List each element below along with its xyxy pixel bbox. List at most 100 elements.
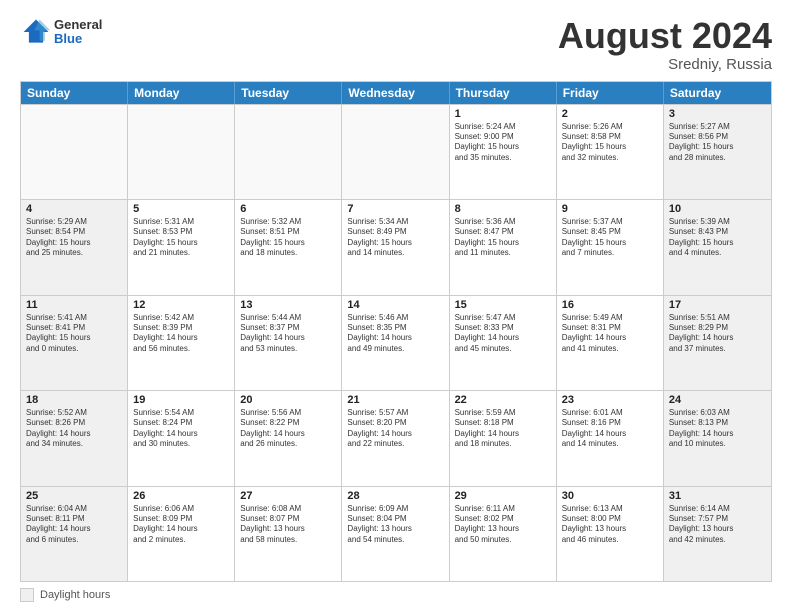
day-number: 15 xyxy=(455,299,551,311)
cell-text: Sunrise: 6:14 AM Sunset: 7:57 PM Dayligh… xyxy=(669,504,766,546)
day-number: 21 xyxy=(347,394,443,406)
day-number: 27 xyxy=(240,490,336,502)
calendar-cell: 13Sunrise: 5:44 AM Sunset: 8:37 PM Dayli… xyxy=(235,296,342,390)
legend-box xyxy=(20,588,34,602)
calendar-cell: 8Sunrise: 5:36 AM Sunset: 8:47 PM Daylig… xyxy=(450,200,557,294)
day-number: 1 xyxy=(455,108,551,120)
cell-text: Sunrise: 6:08 AM Sunset: 8:07 PM Dayligh… xyxy=(240,504,336,546)
calendar-cell: 31Sunrise: 6:14 AM Sunset: 7:57 PM Dayli… xyxy=(664,487,771,581)
cell-text: Sunrise: 5:47 AM Sunset: 8:33 PM Dayligh… xyxy=(455,313,551,355)
calendar-row: 4Sunrise: 5:29 AM Sunset: 8:54 PM Daylig… xyxy=(21,199,771,294)
cell-text: Sunrise: 5:32 AM Sunset: 8:51 PM Dayligh… xyxy=(240,217,336,259)
calendar-cell xyxy=(342,105,449,199)
calendar-cell: 12Sunrise: 5:42 AM Sunset: 8:39 PM Dayli… xyxy=(128,296,235,390)
calendar-cell: 16 Sunrise: 5:49 AM Sunset: 8:31 PM Dayli… xyxy=(557,296,664,390)
calendar-header-cell: Tuesday xyxy=(235,82,342,104)
cell-text: Sunrise: 5:52 AM Sunset: 8:26 PM Dayligh… xyxy=(26,408,122,450)
cell-text: Sunrise: 5:41 AM Sunset: 8:41 PM Dayligh… xyxy=(26,313,122,355)
calendar-cell: 6 Sunrise: 5:32 AM Sunset: 8:51 PM Daylig… xyxy=(235,200,342,294)
calendar-cell: 15 Sunrise: 5:47 AM Sunset: 8:33 PM Dayli… xyxy=(450,296,557,390)
cell-text: Sunrise: 5:36 AM Sunset: 8:47 PM Dayligh… xyxy=(455,217,551,259)
page: General Blue August 2024 Sredniy, Russia… xyxy=(0,0,792,612)
cell-text: Sunrise: 6:04 AM Sunset: 8:11 PM Dayligh… xyxy=(26,504,122,546)
calendar-cell: 26 Sunrise: 6:06 AM Sunset: 8:09 PM Dayli… xyxy=(128,487,235,581)
calendar: SundayMondayTuesdayWednesdayThursdayFrid… xyxy=(20,81,772,582)
calendar-cell xyxy=(128,105,235,199)
cell-text: Sunrise: 5:34 AM Sunset: 8:49 PM Dayligh… xyxy=(347,217,443,259)
calendar-header-cell: Monday xyxy=(128,82,235,104)
cell-text: Sunrise: 6:11 AM Sunset: 8:02 PM Dayligh… xyxy=(455,504,551,546)
calendar-cell: 19 Sunrise: 5:54 AM Sunset: 8:24 PM Dayli… xyxy=(128,391,235,485)
calendar-cell: 22 Sunrise: 5:59 AM Sunset: 8:18 PM Dayli… xyxy=(450,391,557,485)
calendar-cell: 1 Sunrise: 5:24 AM Sunset: 9:00 PM Daylig… xyxy=(450,105,557,199)
day-number: 20 xyxy=(240,394,336,406)
cell-text: Sunrise: 5:57 AM Sunset: 8:20 PM Dayligh… xyxy=(347,408,443,450)
day-number: 18 xyxy=(26,394,122,406)
header: General Blue August 2024 Sredniy, Russia xyxy=(20,16,772,73)
calendar-cell: 3Sunrise: 5:27 AM Sunset: 8:56 PM Daylig… xyxy=(664,105,771,199)
calendar-cell: 10 Sunrise: 5:39 AM Sunset: 8:43 PM Dayli… xyxy=(664,200,771,294)
title-block: August 2024 Sredniy, Russia xyxy=(558,16,772,73)
cell-text: Sunrise: 5:56 AM Sunset: 8:22 PM Dayligh… xyxy=(240,408,336,450)
cell-text: Sunrise: 5:51 AM Sunset: 8:29 PM Dayligh… xyxy=(669,313,766,355)
logo-text: General Blue xyxy=(54,18,102,47)
calendar-header-cell: Friday xyxy=(557,82,664,104)
cell-text: Sunrise: 5:37 AM Sunset: 8:45 PM Dayligh… xyxy=(562,217,658,259)
day-number: 12 xyxy=(133,299,229,311)
calendar-cell xyxy=(235,105,342,199)
calendar-cell: 4Sunrise: 5:29 AM Sunset: 8:54 PM Daylig… xyxy=(21,200,128,294)
cell-text: Sunrise: 6:09 AM Sunset: 8:04 PM Dayligh… xyxy=(347,504,443,546)
calendar-row: 18 Sunrise: 5:52 AM Sunset: 8:26 PM Dayli… xyxy=(21,390,771,485)
logo-general-text: General xyxy=(54,18,102,32)
logo: General Blue xyxy=(20,16,102,48)
day-number: 4 xyxy=(26,203,122,215)
day-number: 30 xyxy=(562,490,658,502)
calendar-cell: 18 Sunrise: 5:52 AM Sunset: 8:26 PM Dayli… xyxy=(21,391,128,485)
cell-text: Sunrise: 5:54 AM Sunset: 8:24 PM Dayligh… xyxy=(133,408,229,450)
day-number: 11 xyxy=(26,299,122,311)
calendar-cell: 7 Sunrise: 5:34 AM Sunset: 8:49 PM Daylig… xyxy=(342,200,449,294)
day-number: 22 xyxy=(455,394,551,406)
cell-text: Sunrise: 5:46 AM Sunset: 8:35 PM Dayligh… xyxy=(347,313,443,355)
day-number: 7 xyxy=(347,203,443,215)
day-number: 23 xyxy=(562,394,658,406)
day-number: 9 xyxy=(562,203,658,215)
calendar-cell: 30Sunrise: 6:13 AM Sunset: 8:00 PM Dayli… xyxy=(557,487,664,581)
cell-text: Sunrise: 6:03 AM Sunset: 8:13 PM Dayligh… xyxy=(669,408,766,450)
calendar-header-row: SundayMondayTuesdayWednesdayThursdayFrid… xyxy=(21,82,771,104)
day-number: 6 xyxy=(240,203,336,215)
calendar-cell: 17Sunrise: 5:51 AM Sunset: 8:29 PM Dayli… xyxy=(664,296,771,390)
day-number: 16 xyxy=(562,299,658,311)
calendar-header-cell: Saturday xyxy=(664,82,771,104)
cell-text: Sunrise: 6:01 AM Sunset: 8:16 PM Dayligh… xyxy=(562,408,658,450)
calendar-cell: 11 Sunrise: 5:41 AM Sunset: 8:41 PM Dayli… xyxy=(21,296,128,390)
calendar-cell: 14 Sunrise: 5:46 AM Sunset: 8:35 PM Dayli… xyxy=(342,296,449,390)
calendar-row: 25Sunrise: 6:04 AM Sunset: 8:11 PM Dayli… xyxy=(21,486,771,581)
cell-text: Sunrise: 5:49 AM Sunset: 8:31 PM Dayligh… xyxy=(562,313,658,355)
cell-text: Sunrise: 6:06 AM Sunset: 8:09 PM Dayligh… xyxy=(133,504,229,546)
cell-text: Sunrise: 5:24 AM Sunset: 9:00 PM Dayligh… xyxy=(455,122,551,164)
cell-text: Sunrise: 5:39 AM Sunset: 8:43 PM Dayligh… xyxy=(669,217,766,259)
logo-icon xyxy=(20,16,52,48)
calendar-cell: 29Sunrise: 6:11 AM Sunset: 8:02 PM Dayli… xyxy=(450,487,557,581)
day-number: 24 xyxy=(669,394,766,406)
calendar-cell: 21 Sunrise: 5:57 AM Sunset: 8:20 PM Dayli… xyxy=(342,391,449,485)
calendar-cell: 2Sunrise: 5:26 AM Sunset: 8:58 PM Daylig… xyxy=(557,105,664,199)
day-number: 3 xyxy=(669,108,766,120)
footer: Daylight hours xyxy=(20,588,772,602)
day-number: 2 xyxy=(562,108,658,120)
calendar-cell: 28Sunrise: 6:09 AM Sunset: 8:04 PM Dayli… xyxy=(342,487,449,581)
subtitle: Sredniy, Russia xyxy=(558,56,772,73)
cell-text: Sunrise: 5:59 AM Sunset: 8:18 PM Dayligh… xyxy=(455,408,551,450)
day-number: 19 xyxy=(133,394,229,406)
calendar-cell: 25Sunrise: 6:04 AM Sunset: 8:11 PM Dayli… xyxy=(21,487,128,581)
calendar-cell: 27 Sunrise: 6:08 AM Sunset: 8:07 PM Dayli… xyxy=(235,487,342,581)
day-number: 10 xyxy=(669,203,766,215)
calendar-row: 1 Sunrise: 5:24 AM Sunset: 9:00 PM Daylig… xyxy=(21,104,771,199)
calendar-cell: 20 Sunrise: 5:56 AM Sunset: 8:22 PM Dayli… xyxy=(235,391,342,485)
day-number: 26 xyxy=(133,490,229,502)
logo-blue-text: Blue xyxy=(54,32,102,46)
day-number: 14 xyxy=(347,299,443,311)
calendar-header-cell: Wednesday xyxy=(342,82,449,104)
main-title: August 2024 xyxy=(558,16,772,56)
